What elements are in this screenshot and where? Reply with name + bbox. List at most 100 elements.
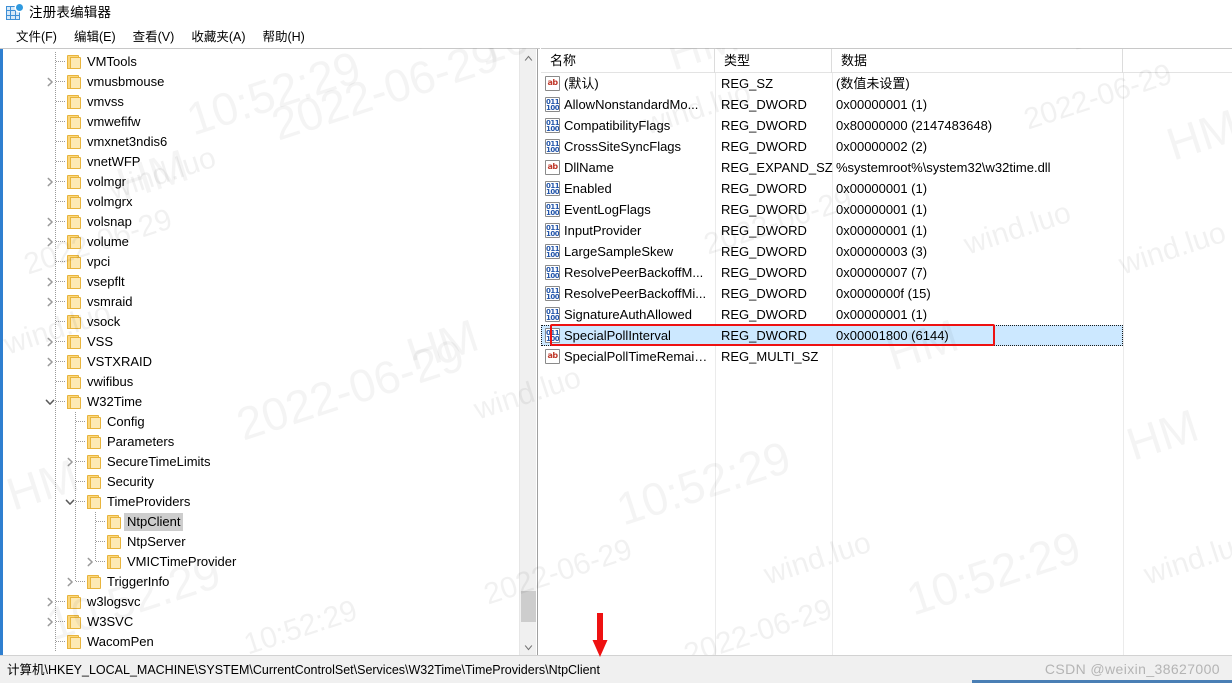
- value-name: EventLogFlags: [564, 202, 651, 217]
- folder-icon: [67, 335, 82, 349]
- folder-icon: [107, 555, 122, 569]
- tree-item-ntpserver[interactable]: NtpServer: [3, 532, 515, 552]
- dword-value-icon: 011 100: [545, 181, 560, 196]
- tree-item-label: NtpClient: [124, 513, 184, 531]
- tree-item-label: Security: [107, 474, 154, 489]
- tree-item-ntpclient[interactable]: NtpClient: [3, 512, 515, 532]
- value-row[interactable]: 011 100 SpecialPollInterval REG_DWORD 0x0000…: [541, 325, 1123, 346]
- scrollbar-thumb[interactable]: [521, 591, 536, 622]
- value-row[interactable]: 011 100 Enabled REG_DWORD 0x00000001 (1): [541, 178, 1232, 199]
- value-row[interactable]: 011 100 EventLogFlags REG_DWORD 0x00000001 (…: [541, 199, 1232, 220]
- tree-item-vnetwfp[interactable]: vnetWFP: [3, 152, 515, 172]
- tree-item-vpci[interactable]: vpci: [3, 252, 515, 272]
- tree-item-vmvss[interactable]: vmvss: [3, 92, 515, 112]
- folder-icon: [67, 615, 82, 629]
- chevron-right-icon[interactable]: [44, 76, 56, 88]
- chevron-right-icon[interactable]: [44, 216, 56, 228]
- tree-item-volume[interactable]: volume: [3, 232, 515, 252]
- menu-view[interactable]: 查看(V): [125, 27, 184, 48]
- tree-item-vmxnet3ndis6[interactable]: vmxnet3ndis6: [3, 132, 515, 152]
- column-header-name[interactable]: 名称: [541, 49, 715, 73]
- value-row[interactable]: 011 100 ResolvePeerBackoffMi... REG_DWORD 0x…: [541, 283, 1232, 304]
- tree-item-vmictimeprovider[interactable]: VMICTimeProvider: [3, 552, 515, 572]
- scroll-up-icon[interactable]: [520, 49, 537, 66]
- chevron-right-icon[interactable]: [64, 576, 76, 588]
- tree-item-vss[interactable]: VSS: [3, 332, 515, 352]
- chevron-right-icon[interactable]: [44, 596, 56, 608]
- value-row[interactable]: 011 100 LargeSampleSkew REG_DWORD 0x00000003…: [541, 241, 1232, 262]
- tree-item-volsnap[interactable]: volsnap: [3, 212, 515, 232]
- chevron-right-icon[interactable]: [44, 236, 56, 248]
- tree-item-vstxraid[interactable]: VSTXRAID: [3, 352, 515, 372]
- chevron-down-icon[interactable]: [64, 496, 76, 508]
- tree-item-volmgr[interactable]: volmgr: [3, 172, 515, 192]
- tree-item-w32time[interactable]: W32Time: [3, 392, 515, 412]
- folder-icon: [67, 115, 82, 129]
- value-row[interactable]: ab (默认) REG_SZ (数值未设置): [541, 73, 1232, 94]
- values-list[interactable]: ab (默认) REG_SZ (数值未设置) 011 100 AllowNonstandar…: [541, 73, 1232, 367]
- tree-item-vsmraid[interactable]: vsmraid: [3, 292, 515, 312]
- tree-item-label: volume: [87, 234, 129, 249]
- value-data: 0x00001800 (6144): [836, 328, 949, 343]
- folder-icon: [67, 215, 82, 229]
- column-header-type[interactable]: 类型: [715, 49, 832, 73]
- chevron-down-icon[interactable]: [44, 396, 56, 408]
- value-row[interactable]: 011 100 AllowNonstandardMo... REG_DWORD 0x00…: [541, 94, 1232, 115]
- tree-item-label: W3SVC: [87, 614, 134, 629]
- dword-value-icon: 011 100: [545, 307, 560, 322]
- value-row[interactable]: 011 100 InputProvider REG_DWORD 0x00000001 (…: [541, 220, 1232, 241]
- tree-item-timeproviders[interactable]: TimeProviders: [3, 492, 515, 512]
- chevron-right-icon[interactable]: [84, 556, 96, 568]
- tree-item-vsepflt[interactable]: vsepflt: [3, 272, 515, 292]
- tree-item-vmusbmouse[interactable]: vmusbmouse: [3, 72, 515, 92]
- column-header-filler: [1123, 49, 1232, 73]
- tree-item-label: WacomPen: [87, 634, 154, 649]
- menu-help[interactable]: 帮助(H): [254, 27, 313, 48]
- tree-item-label: vmwefifw: [87, 114, 141, 129]
- folder-icon: [87, 435, 102, 449]
- tree-item-label: VSTXRAID: [87, 354, 153, 369]
- tree-item-securetimelimits[interactable]: SecureTimeLimits: [3, 452, 515, 472]
- value-row[interactable]: 011 100 ResolvePeerBackoffM... REG_DWORD 0x0…: [541, 262, 1232, 283]
- tree-item-wacompen[interactable]: WacomPen: [3, 632, 515, 652]
- value-row[interactable]: 011 100 CompatibilityFlags REG_DWORD 0x80000…: [541, 115, 1232, 136]
- chevron-right-icon[interactable]: [44, 296, 56, 308]
- chevron-right-icon[interactable]: [44, 276, 56, 288]
- value-name: InputProvider: [564, 223, 642, 238]
- tree-item-volmgrx[interactable]: volmgrx: [3, 192, 515, 212]
- chevron-right-icon[interactable]: [44, 616, 56, 628]
- dword-value-icon: 011 100: [545, 97, 560, 112]
- pane-divider[interactable]: [537, 49, 538, 655]
- chevron-right-icon[interactable]: [44, 356, 56, 368]
- folder-icon: [67, 315, 82, 329]
- menu-favorites[interactable]: 收藏夹(A): [183, 27, 254, 48]
- tree-item-config[interactable]: Config: [3, 412, 515, 432]
- tree-item-vmwefifw[interactable]: vmwefifw: [3, 112, 515, 132]
- tree-item-vmtools[interactable]: VMTools: [3, 52, 515, 72]
- chevron-right-icon[interactable]: [44, 336, 56, 348]
- tree-scroll-area[interactable]: VMTools vmusbmouse vmvss vmwefifw vmxnet3ndi…: [3, 49, 515, 655]
- column-header-data[interactable]: 数据: [832, 49, 1123, 73]
- scroll-down-icon[interactable]: [520, 639, 537, 655]
- value-row[interactable]: 011 100 CrossSiteSyncFlags REG_DWORD 0x00000…: [541, 136, 1232, 157]
- tree-item-parameters[interactable]: Parameters: [3, 432, 515, 452]
- chevron-right-icon[interactable]: [64, 456, 76, 468]
- tree-vertical-scrollbar[interactable]: [519, 49, 536, 655]
- tree-item-triggerinfo[interactable]: TriggerInfo: [3, 572, 515, 592]
- menu-edit[interactable]: 编辑(E): [66, 27, 125, 48]
- tree-item-security[interactable]: Security: [3, 472, 515, 492]
- value-name: SpecialPollInterval: [564, 328, 671, 343]
- value-row[interactable]: 011 100 SignatureAuthAllowed REG_DWORD 0x000…: [541, 304, 1232, 325]
- tree-item-w3svc[interactable]: W3SVC: [3, 612, 515, 632]
- tree-item-w3logsvc[interactable]: w3logsvc: [3, 592, 515, 612]
- tree-item-vsock[interactable]: vsock: [3, 312, 515, 332]
- registry-path: 计算机\HKEY_LOCAL_MACHINE\SYSTEM\CurrentCon…: [7, 662, 600, 677]
- dword-value-icon: 011 100: [545, 328, 560, 343]
- window-title: 注册表编辑器: [29, 5, 112, 20]
- value-row[interactable]: ab SpecialPollTimeRemain... REG_MULTI_SZ: [541, 346, 1232, 367]
- value-name: (默认): [564, 76, 599, 91]
- menu-file[interactable]: 文件(F): [8, 27, 66, 48]
- chevron-right-icon[interactable]: [44, 176, 56, 188]
- tree-item-vwifibus[interactable]: vwifibus: [3, 372, 515, 392]
- value-row[interactable]: ab DllName REG_EXPAND_SZ %systemroot%\syste…: [541, 157, 1232, 178]
